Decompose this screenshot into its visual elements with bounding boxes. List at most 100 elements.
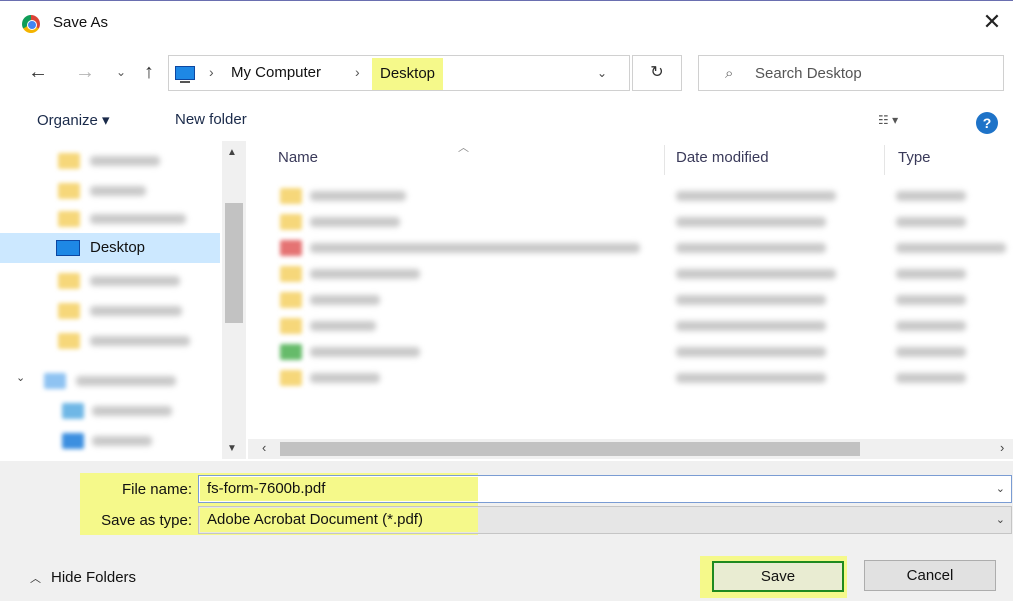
blurred-date [676, 321, 826, 331]
forward-arrow-icon[interactable]: → [72, 59, 98, 85]
table-row[interactable] [276, 313, 1006, 339]
drive-icon [62, 403, 84, 419]
folder-icon [280, 188, 302, 204]
sort-ascending-icon: ︿ [458, 142, 469, 154]
blurred-label [310, 243, 640, 253]
breadcrumb-separator: › [355, 64, 360, 80]
column-header-type[interactable]: Type [898, 141, 931, 175]
blurred-label [92, 406, 172, 416]
save-as-type-select[interactable]: Adobe Acrobat Document (*.pdf) ⌄ [198, 506, 1012, 534]
computer-icon [44, 373, 66, 389]
blurred-type [896, 217, 966, 227]
desktop-icon [56, 240, 80, 256]
blurred-label [90, 186, 146, 196]
blurred-label [90, 306, 182, 316]
blurred-label [310, 321, 376, 331]
folder-icon [58, 303, 80, 319]
address-bar[interactable]: › My Computer › Desktop ⌄ [168, 55, 630, 91]
hide-folders-label: Hide Folders [51, 569, 137, 586]
search-icon: ⌕ [725, 65, 734, 82]
blurred-label [310, 217, 400, 227]
folder-icon [280, 266, 302, 282]
table-row[interactable] [276, 209, 1006, 235]
save-as-dialog: Save As ✕ ← → ⌄ ↑ › My Computer › Deskto… [0, 0, 1013, 601]
blurred-label [310, 295, 380, 305]
search-box[interactable]: ⌕ [698, 55, 1004, 91]
folder-icon [280, 292, 302, 308]
close-button[interactable]: ✕ [977, 7, 1007, 37]
table-row[interactable] [276, 365, 1006, 391]
cancel-button[interactable]: Cancel [864, 560, 996, 591]
nav-pane-scrollbar[interactable]: ▲ ▼ [222, 141, 246, 459]
folder-icon [280, 344, 302, 360]
title-bar: Save As ✕ [0, 1, 1013, 45]
scroll-left-arrow-icon[interactable]: ‹ [262, 440, 266, 455]
table-row[interactable] [276, 287, 1006, 313]
blurred-date [676, 269, 836, 279]
save-as-type-label: Save as type: [101, 512, 192, 529]
help-icon[interactable]: ? [976, 112, 998, 134]
chevron-up-icon: ︿ [30, 573, 41, 585]
folder-icon [280, 370, 302, 386]
blurred-type [896, 191, 966, 201]
folder-icon [280, 318, 302, 334]
scroll-thumb[interactable] [280, 442, 860, 456]
scroll-thumb[interactable] [225, 203, 243, 323]
blurred-label [310, 373, 380, 383]
blurred-date [676, 373, 826, 383]
breadcrumb-desktop[interactable]: Desktop [372, 58, 444, 90]
blurred-label [90, 276, 180, 286]
save-as-type-value: Adobe Acrobat Document (*.pdf) [207, 511, 423, 528]
chevron-down-icon[interactable]: ⌄ [996, 482, 1005, 495]
search-input[interactable] [755, 60, 995, 86]
blurred-date [676, 243, 826, 253]
table-row[interactable] [276, 235, 1006, 261]
table-row[interactable] [276, 261, 1006, 287]
column-divider[interactable] [884, 145, 885, 175]
blurred-label [90, 156, 160, 166]
file-name-input[interactable]: fs-form-7600b.pdf ⌄ [198, 475, 1012, 503]
save-button[interactable]: Save [712, 561, 844, 592]
folder-icon [58, 153, 80, 169]
blurred-date [676, 191, 836, 201]
blurred-type [896, 373, 966, 383]
table-row[interactable] [276, 339, 1006, 365]
folder-icon [58, 273, 80, 289]
expand-chevron-icon[interactable]: ⌄ [16, 371, 25, 384]
organize-button[interactable]: Organize ▾ [37, 111, 110, 129]
computer-icon [175, 66, 195, 83]
table-row[interactable] [276, 183, 1006, 209]
column-header-name[interactable]: Name [278, 141, 318, 175]
blurred-label [90, 214, 186, 224]
column-divider[interactable] [664, 145, 665, 175]
recent-locations-chevron-icon[interactable]: ⌄ [108, 59, 134, 85]
blurred-date [676, 295, 826, 305]
save-form: File name: Save as type: fs-form-7600b.p… [0, 461, 1013, 601]
blurred-type [896, 321, 966, 331]
up-arrow-icon[interactable]: ↑ [136, 59, 162, 85]
file-list-horizontal-scrollbar[interactable]: ‹ › [248, 439, 1013, 459]
breadcrumb-separator: › [209, 64, 214, 80]
folder-icon [58, 211, 80, 227]
back-arrow-icon[interactable]: ← [25, 59, 51, 85]
column-header-date-modified[interactable]: Date modified [676, 141, 769, 175]
blurred-label [90, 336, 190, 346]
chevron-down-icon[interactable]: ⌄ [996, 513, 1005, 526]
hide-folders-button[interactable]: ︿ Hide Folders [30, 569, 136, 586]
file-name-value: fs-form-7600b.pdf [207, 480, 326, 497]
breadcrumb-my-computer[interactable]: My Computer [231, 64, 321, 81]
blurred-label [310, 191, 406, 201]
address-dropdown-chevron-icon[interactable]: ⌄ [597, 66, 607, 80]
new-folder-button[interactable]: New folder [175, 111, 247, 128]
scroll-up-arrow-icon[interactable]: ▲ [227, 147, 237, 158]
blurred-type [896, 243, 1006, 253]
blurred-date [676, 347, 826, 357]
folder-icon [58, 333, 80, 349]
blurred-label [310, 347, 420, 357]
scroll-down-arrow-icon[interactable]: ▼ [227, 443, 237, 454]
change-view-icon[interactable]: ☷ ▾ [878, 113, 898, 127]
blurred-type [896, 295, 966, 305]
refresh-button[interactable]: ↻ [632, 55, 682, 91]
blurred-type [896, 347, 966, 357]
scroll-right-arrow-icon[interactable]: › [1000, 440, 1004, 455]
